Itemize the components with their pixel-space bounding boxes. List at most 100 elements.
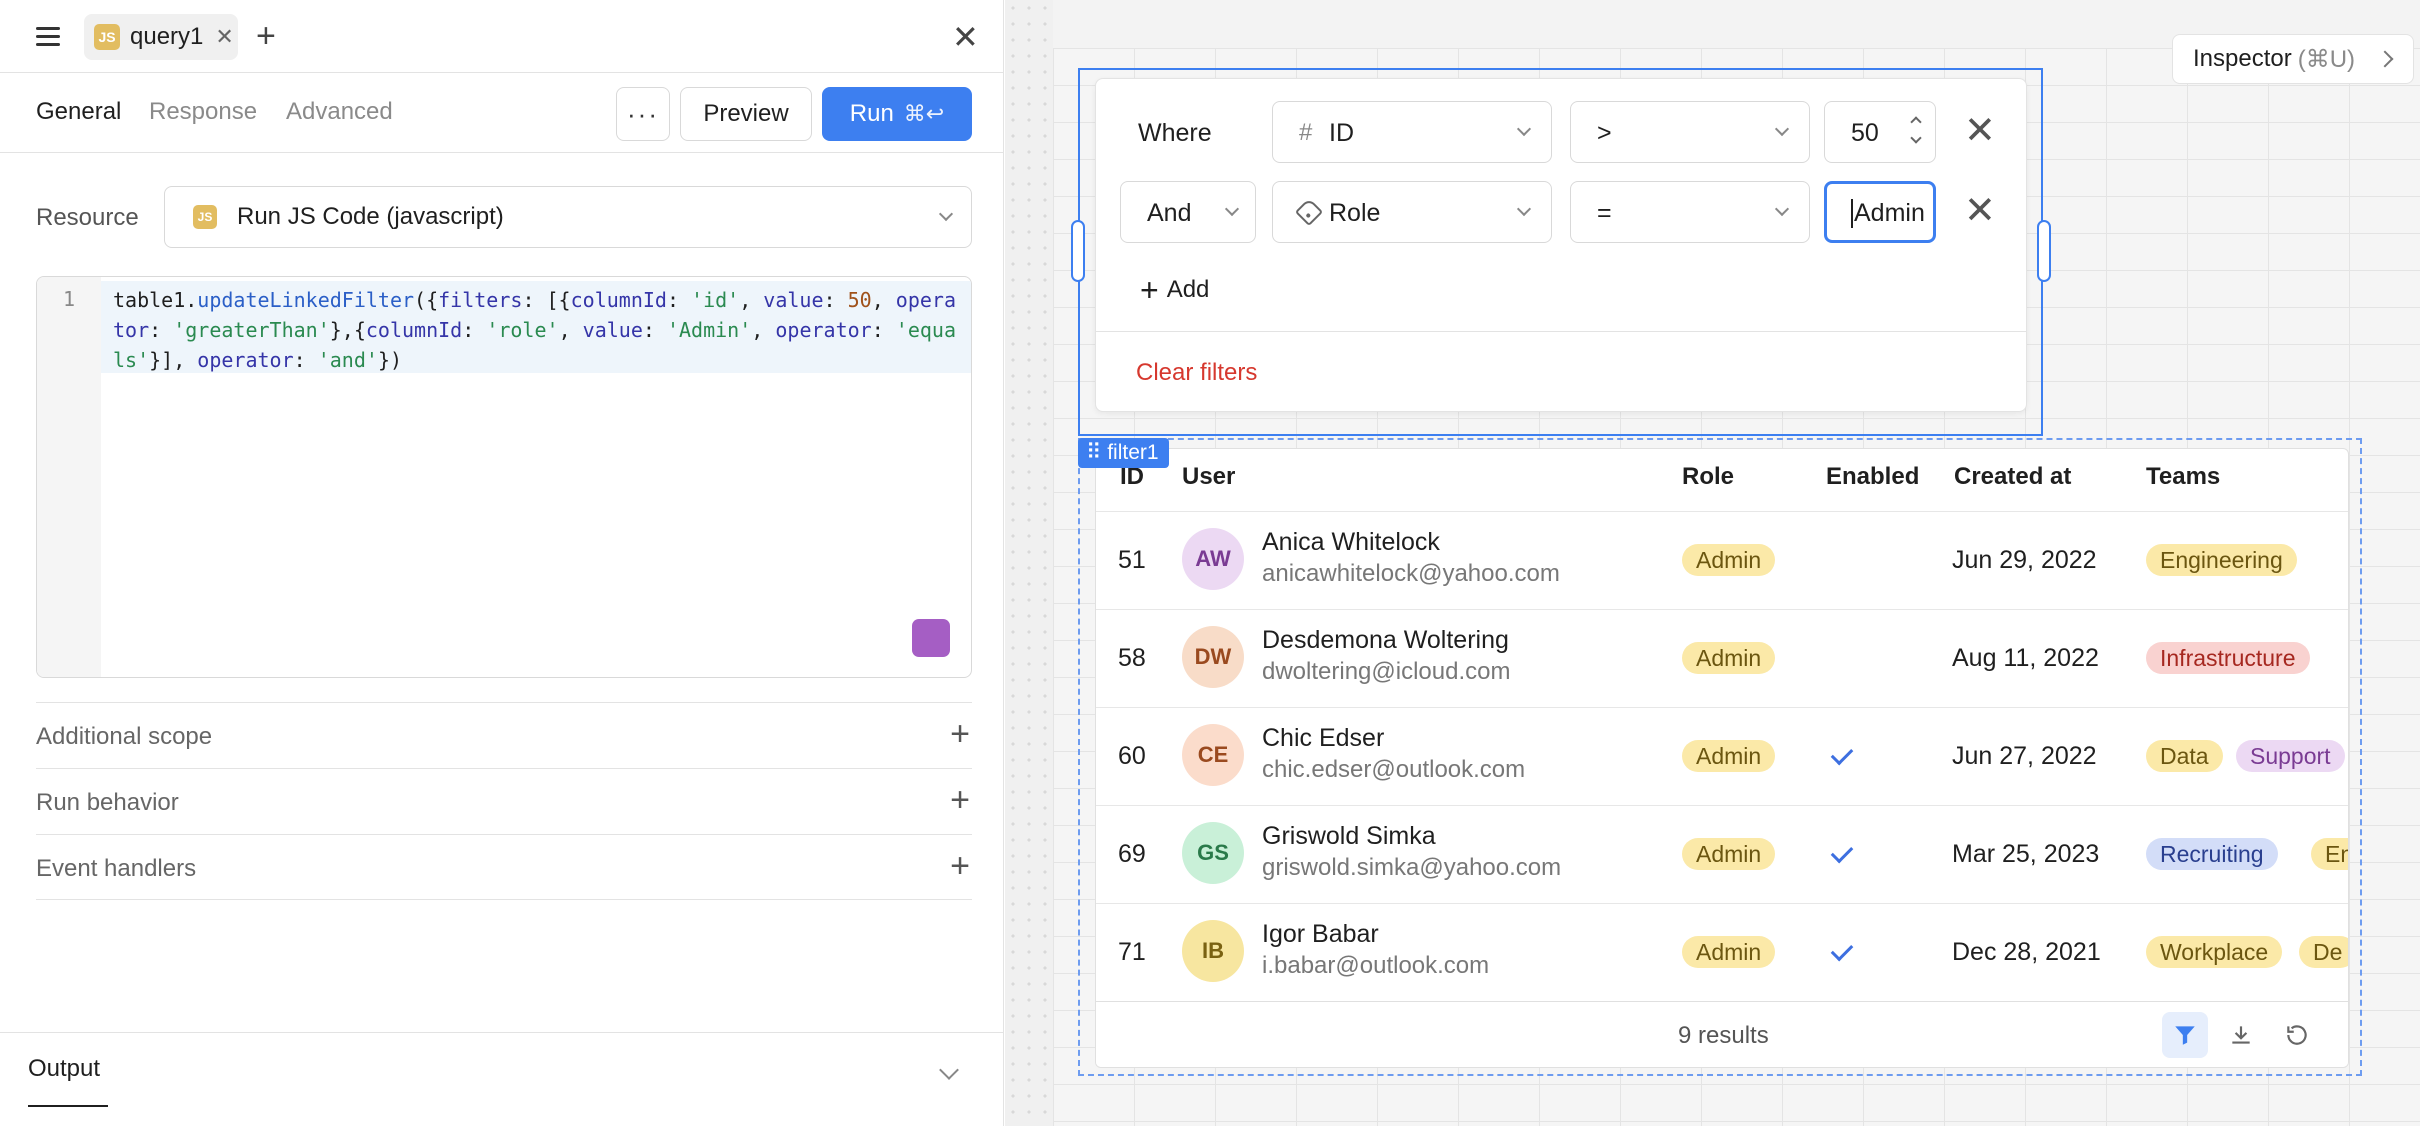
- chevron-down-icon[interactable]: [939, 1060, 959, 1080]
- add-filter-button[interactable]: + Add: [1140, 272, 1210, 308]
- role-badge: Admin: [1682, 544, 1776, 576]
- download-icon: [2232, 1026, 2250, 1044]
- chevron-right-icon: [2376, 50, 2394, 68]
- user-email: chic.edser@outlook.com: [1262, 756, 1526, 783]
- hash-icon: #: [1299, 119, 1313, 146]
- resize-handle-left[interactable]: [1071, 220, 1085, 282]
- team-badge: Eng: [2311, 838, 2348, 870]
- preview-button[interactable]: Preview: [680, 87, 812, 141]
- inspector-button[interactable]: Inspector (⌘U): [2172, 34, 2414, 84]
- cell-created-at: Jun 29, 2022: [1952, 546, 2097, 574]
- user-email: dwoltering@icloud.com: [1262, 658, 1511, 685]
- filter-conjunction-select[interactable]: And: [1120, 181, 1256, 243]
- chevron-down-icon: [1774, 201, 1790, 217]
- tab-response[interactable]: Response: [149, 98, 257, 126]
- team-badge: De: [2299, 936, 2348, 968]
- line-number: 1: [63, 287, 76, 311]
- component-tag[interactable]: ⠿ filter1: [1078, 438, 1169, 468]
- refresh-button[interactable]: [2274, 1012, 2320, 1058]
- tab-general[interactable]: General: [36, 98, 121, 126]
- filter-operator-select[interactable]: =: [1570, 181, 1810, 243]
- number-stepper[interactable]: [1909, 114, 1923, 144]
- user-name: Griswold Simka: [1262, 822, 1436, 850]
- resize-handle-right[interactable]: [2037, 220, 2051, 282]
- column-header-created-at[interactable]: Created at: [1954, 463, 2071, 491]
- plus-icon[interactable]: +: [950, 847, 970, 886]
- user-name: Igor Babar: [1262, 920, 1379, 948]
- filter-column-select[interactable]: Role: [1272, 181, 1552, 243]
- refresh-icon: [2287, 1025, 2307, 1045]
- js-icon: JS: [94, 24, 120, 50]
- check-icon: [1830, 840, 1854, 864]
- chevron-down-icon: [1774, 121, 1790, 137]
- column-header-role[interactable]: Role: [1682, 463, 1734, 491]
- clear-filters-button[interactable]: Clear filters: [1136, 359, 1257, 387]
- menu-icon[interactable]: [36, 27, 60, 47]
- remove-filter-icon[interactable]: ✕: [1964, 112, 1996, 150]
- resource-select[interactable]: JS Run JS Code (javascript): [164, 186, 972, 248]
- column-header-enabled[interactable]: Enabled: [1826, 463, 1919, 491]
- cell-created-at: Jun 27, 2022: [1952, 742, 2097, 770]
- filter-operator-value: =: [1597, 199, 1612, 227]
- chevron-down-icon: [1516, 121, 1532, 137]
- remove-filter-icon[interactable]: ✕: [1964, 192, 1996, 230]
- results-count: 9 results: [1678, 1022, 1769, 1049]
- more-options-button[interactable]: ···: [616, 87, 670, 141]
- chevron-down-icon: [1516, 201, 1532, 217]
- table-row[interactable]: 60 CE Chic Edser chic.edser@outlook.com Admi…: [1096, 707, 2348, 805]
- table-row[interactable]: 51 AW Anica Whitelock anicawhitelock@yahoo.…: [1096, 511, 2348, 609]
- close-panel-button[interactable]: ✕: [952, 20, 979, 54]
- plus-icon[interactable]: +: [950, 715, 970, 754]
- section-additional-scope[interactable]: Additional scope +: [36, 702, 972, 768]
- canvas-gutter: [1005, 0, 1053, 1126]
- team-badge: Engineering: [2146, 544, 2297, 576]
- plus-icon: +: [1140, 272, 1159, 308]
- filter-value: Admin: [1851, 199, 1925, 228]
- query-tab-label: query1: [130, 23, 204, 50]
- user-email: anicawhitelock@yahoo.com: [1262, 560, 1560, 587]
- section-label: Additional scope: [36, 723, 213, 750]
- inspector-shortcut: (⌘U): [2297, 45, 2356, 73]
- filter-value-input[interactable]: Admin: [1824, 181, 1936, 243]
- assistant-icon[interactable]: [912, 619, 950, 657]
- user-email: i.babar@outlook.com: [1262, 952, 1490, 979]
- filter-column-value: ID: [1329, 119, 1354, 147]
- column-header-teams[interactable]: Teams: [2146, 463, 2220, 491]
- run-shortcut: ⌘↩: [903, 101, 945, 126]
- filter-column-value: Role: [1329, 199, 1381, 227]
- add-tab-button[interactable]: +: [256, 18, 276, 54]
- table-row[interactable]: 58 DW Desdemona Woltering dwoltering@icloud…: [1096, 609, 2348, 707]
- run-button[interactable]: Run ⌘↩: [822, 87, 972, 141]
- add-filter-label: Add: [1166, 276, 1210, 303]
- role-badge: Admin: [1682, 642, 1776, 674]
- filter-operator-select[interactable]: >: [1570, 101, 1810, 163]
- role-badge: Admin: [1682, 838, 1776, 870]
- tab-advanced[interactable]: Advanced: [286, 98, 393, 126]
- table-row[interactable]: 69 GS Griswold Simka griswold.simka@yahoo.c…: [1096, 805, 2348, 903]
- cell-id: 71: [1118, 938, 1146, 966]
- section-event-handlers[interactable]: Event handlers +: [36, 834, 972, 900]
- team-badge: Infrastructure: [2146, 642, 2310, 674]
- user-name: Desdemona Woltering: [1262, 626, 1509, 654]
- cell-created-at: Dec 28, 2021: [1952, 938, 2101, 966]
- output-bar[interactable]: Output: [0, 1032, 1004, 1126]
- close-icon[interactable]: ✕: [215, 24, 233, 50]
- cell-id: 58: [1118, 644, 1146, 672]
- column-header-user[interactable]: User: [1182, 463, 1235, 491]
- app-canvas: Inspector (⌘U) Where # ID > 50 ✕ And Rol…: [1005, 0, 2420, 1126]
- filter-value-input[interactable]: 50: [1824, 101, 1936, 163]
- avatar: AW: [1182, 528, 1244, 590]
- filter-column-select[interactable]: # ID: [1272, 101, 1552, 163]
- code-editor[interactable]: 1 table1.updateLinkedFilter({filters: [{…: [36, 276, 972, 678]
- chevron-down-icon: [938, 206, 954, 222]
- code-content[interactable]: table1.updateLinkedFilter({filters: [{co…: [113, 285, 963, 375]
- section-run-behavior[interactable]: Run behavior +: [36, 768, 972, 834]
- cell-created-at: Mar 25, 2023: [1952, 840, 2100, 868]
- team-badge: Support: [2236, 740, 2345, 772]
- download-button[interactable]: [2218, 1012, 2264, 1058]
- output-tab[interactable]: Output: [28, 1055, 100, 1083]
- plus-icon[interactable]: +: [950, 781, 970, 820]
- tab-query1[interactable]: JS query1 ✕: [84, 14, 238, 60]
- filter-button[interactable]: [2162, 1012, 2208, 1058]
- table-row[interactable]: 71 IB Igor Babar i.babar@outlook.com Admin De…: [1096, 903, 2348, 1001]
